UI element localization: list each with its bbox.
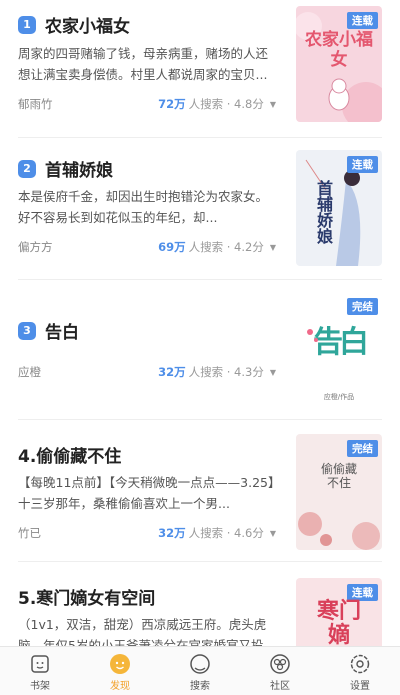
book-description: 【每晚11点前】【今天稍微晚一点点——3.25】十三岁那年，桑稚偷偷喜欢上一个男… — [18, 475, 275, 511]
discover-icon — [109, 653, 131, 675]
book-item-4[interactable]: 4.偷偷藏不住 【每晚11点前】【今天稍微晚一点点——3.25】十三岁那年，桑稚… — [0, 420, 400, 562]
status-badge: 连载 — [347, 156, 378, 173]
book-author: 应橙 — [18, 365, 41, 379]
book-item-1[interactable]: 1 农家小福女 周家的四哥赌输了钱，母亲病重，赌场的人还想让满宝卖身偿债。村里人… — [0, 0, 400, 138]
cover-title: 首辅娇娘 — [314, 180, 333, 244]
rank-badge: 2 — [18, 159, 36, 178]
tab-settings[interactable]: 设置 — [320, 647, 400, 695]
tab-label: 设置 — [350, 681, 370, 692]
book-cover[interactable]: 完结 告白 应橙/作品 — [296, 292, 382, 408]
book-cover[interactable]: 连载 寒门嫡 — [296, 578, 382, 646]
status-badge: 连载 — [347, 12, 378, 29]
tab-label: 社区 — [270, 681, 290, 692]
dropdown-caret-icon[interactable]: ▼ — [270, 243, 276, 252]
book-stats: 72万 人搜索 · 4.8分 ▼ — [158, 96, 276, 112]
book-title-row: 5.寒门嫡女有空间 — [18, 584, 155, 609]
search-rating: 人搜索 · 4.8分 — [188, 97, 264, 111]
book-item-2[interactable]: 2 首辅娇娘 本是侯府千金，却因出生时抱错沦为农家女。 好不容易长到如花似玉的年… — [0, 138, 400, 280]
book-stats: 69万 人搜索 · 4.2分 ▼ — [158, 239, 276, 255]
dropdown-caret-icon[interactable]: ▼ — [270, 529, 276, 538]
bookshelf-icon — [29, 653, 51, 675]
rank-badge: 1 — [18, 15, 36, 34]
search-rating: 人搜索 · 4.2分 — [188, 240, 264, 254]
tab-bookshelf[interactable]: 书架 — [0, 647, 80, 695]
tab-label: 书架 — [30, 681, 50, 692]
status-badge: 完结 — [347, 440, 378, 457]
dropdown-caret-icon[interactable]: ▼ — [270, 368, 276, 377]
book-title-row: 2 首辅娇娘 — [18, 156, 113, 181]
book-title[interactable]: 5.寒门嫡女有空间 — [18, 584, 155, 609]
search-count: 32万 — [158, 365, 186, 379]
cover-title: 偷偷藏不住 — [320, 462, 357, 490]
book-item-5[interactable]: 5.寒门嫡女有空间 （1v1，双洁，甜宠）西凉威远王府。虎头虎脑，年仅5岁的小王… — [0, 562, 400, 646]
dropdown-caret-icon[interactable]: ▼ — [270, 100, 276, 109]
search-count: 69万 — [158, 240, 186, 254]
book-cover[interactable]: 连载 农家小福女 — [296, 6, 382, 122]
search-count: 32万 — [158, 526, 186, 540]
book-stats: 32万 人搜索 · 4.3分 ▼ — [158, 364, 276, 380]
book-title[interactable]: 告白 — [45, 318, 79, 343]
cover-title: 寒门嫡 — [316, 599, 361, 647]
search-icon — [189, 653, 211, 675]
book-title-row: 4.偷偷藏不住 — [18, 442, 121, 467]
rank-badge: 3 — [18, 321, 36, 340]
bottom-tab-bar: 书架 发现 搜索 社区 设置 — [0, 646, 400, 695]
tab-discover[interactable]: 发现 — [80, 647, 160, 695]
tab-search[interactable]: 搜索 — [160, 647, 240, 695]
book-list: 1 农家小福女 周家的四哥赌输了钱，母亲病重，赌场的人还想让满宝卖身偿债。村里人… — [0, 0, 400, 646]
community-icon — [269, 653, 291, 675]
book-stats: 32万 人搜索 · 4.6分 ▼ — [158, 525, 276, 541]
cover-title: 农家小福女 — [305, 30, 373, 70]
search-rating: 人搜索 · 4.3分 — [188, 365, 264, 379]
book-item-3[interactable]: 3 告白 应橙 32万 人搜索 · 4.3分 ▼ 完结 告白 应橙/作品 — [0, 280, 400, 420]
search-count: 72万 — [158, 97, 186, 111]
tab-community[interactable]: 社区 — [240, 647, 320, 695]
tab-label: 搜索 — [190, 681, 210, 692]
book-author: 偏方方 — [18, 240, 53, 254]
book-author: 竹已 — [18, 526, 41, 540]
book-description: 本是侯府千金，却因出生时抱错沦为农家女。 好不容易长到如花似玉的年纪，却... — [18, 189, 269, 225]
book-title-row: 3 告白 — [18, 318, 79, 343]
book-title-row: 1 农家小福女 — [18, 12, 130, 37]
book-description: （1v1，双洁，甜宠）西凉威远王府。虎头虎脑，年仅5岁的小王爷萧凌兮在宫家婚宴又… — [18, 617, 267, 646]
book-author: 郁雨竹 — [18, 97, 53, 111]
book-description: 周家的四哥赌输了钱，母亲病重，赌场的人还想让满宝卖身偿债。村里人都说周家的宝贝.… — [18, 46, 269, 82]
book-title[interactable]: 首辅娇娘 — [45, 156, 113, 181]
settings-icon — [349, 653, 371, 675]
book-title[interactable]: 农家小福女 — [45, 12, 130, 37]
cover-art-icon — [307, 329, 318, 342]
search-rating: 人搜索 · 4.6分 — [188, 526, 264, 540]
book-cover[interactable]: 连载 首辅娇娘 — [296, 150, 382, 266]
book-title[interactable]: 4.偷偷藏不住 — [18, 442, 121, 467]
tab-label: 发现 — [110, 681, 130, 692]
book-cover[interactable]: 完结 偷偷藏不住 — [296, 434, 382, 550]
